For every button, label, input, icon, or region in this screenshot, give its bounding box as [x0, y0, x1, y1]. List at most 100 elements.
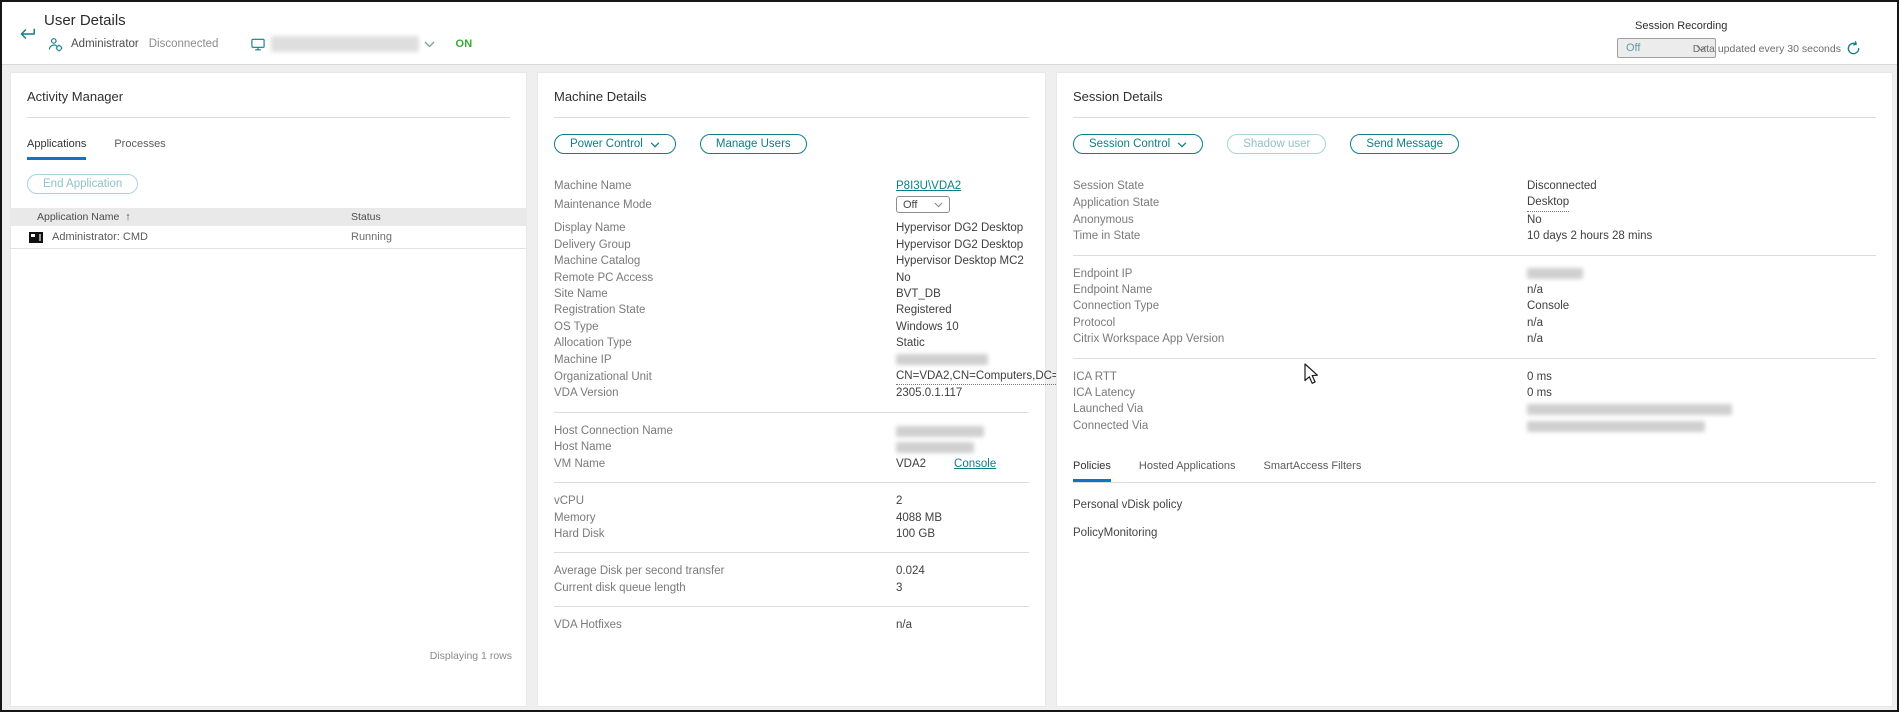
divider	[554, 412, 1029, 413]
column-status[interactable]: Status	[351, 211, 381, 223]
field-label: Host Name	[554, 439, 896, 455]
divider	[1073, 358, 1876, 359]
page-title: User Details	[44, 12, 126, 29]
divider	[1073, 117, 1876, 118]
application-state-value[interactable]: Desktop	[1527, 194, 1569, 211]
power-control-button[interactable]: Power Control	[554, 134, 676, 154]
row-count-footer: Displaying 1 rows	[430, 650, 512, 662]
field-label: Anonymous	[1073, 212, 1527, 228]
field-label: Host Connection Name	[554, 423, 896, 439]
field-value: 2305.0.1.117	[896, 385, 962, 401]
tab-smartaccess-filters[interactable]: SmartAccess Filters	[1264, 460, 1362, 482]
table-row[interactable]: Administrator: CMD Running	[11, 226, 526, 249]
chevron-down-icon	[650, 142, 660, 148]
user-session-status: Disconnected	[149, 38, 219, 50]
user-gear-icon	[48, 37, 63, 52]
divider	[554, 606, 1029, 607]
field-label: Average Disk per second transfer	[554, 563, 896, 579]
field-value: 4088 MB	[896, 510, 942, 526]
divider	[554, 117, 1029, 118]
session-recording-value: Off	[1626, 42, 1640, 54]
field-value: 0 ms	[1527, 385, 1552, 401]
activity-tabs: Applications Processes	[27, 138, 510, 160]
sort-ascending-icon[interactable]: ↑	[125, 211, 131, 223]
tab-hosted-applications[interactable]: Hosted Applications	[1139, 460, 1236, 482]
redacted-machine-ip	[896, 354, 988, 365]
field-label: Registration State	[554, 302, 896, 318]
field-label: Remote PC Access	[554, 270, 896, 286]
tab-processes[interactable]: Processes	[114, 138, 165, 160]
field-label: Memory	[554, 510, 896, 526]
field-label: Connected Via	[1073, 418, 1527, 434]
machine-name-link[interactable]: P8I3U\VDA2	[896, 178, 961, 194]
field-label: Maintenance Mode	[554, 197, 896, 213]
page-header: User Details Administrator Disconnected …	[2, 2, 1897, 65]
field-value: Disconnected	[1527, 178, 1597, 194]
console-link[interactable]: Console	[954, 456, 996, 472]
field-label: Citrix Workspace App Version	[1073, 331, 1527, 347]
end-application-button[interactable]: End Application	[27, 174, 138, 194]
maintenance-mode-select[interactable]: Off	[896, 196, 950, 213]
session-details-title: Session Details	[1073, 89, 1876, 104]
field-label: Delivery Group	[554, 237, 896, 253]
field-value: n/a	[1527, 282, 1543, 298]
divider	[1073, 255, 1876, 256]
divider	[27, 117, 510, 118]
send-message-button[interactable]: Send Message	[1350, 134, 1459, 154]
tab-applications[interactable]: Applications	[27, 138, 86, 160]
redacted-host-name	[896, 442, 974, 453]
activity-manager-panel: Activity Manager Applications Processes …	[10, 72, 527, 707]
field-value: 0 ms	[1527, 369, 1552, 385]
header-subrow: Administrator Disconnected ON	[48, 35, 473, 53]
field-value: Registered	[896, 302, 952, 318]
field-label: Organizational Unit	[554, 369, 896, 385]
application-status-cell: Running	[351, 231, 392, 243]
field-value: n/a	[1527, 331, 1543, 347]
machine-selector-dropdown[interactable]	[250, 36, 435, 52]
session-details-panel: Session Details Session Control Shadow u…	[1056, 72, 1893, 707]
field-label: Machine Name	[554, 178, 896, 194]
field-label: Machine Catalog	[554, 253, 896, 269]
redacted-machine-name	[271, 36, 419, 52]
back-arrow-icon[interactable]	[15, 23, 37, 45]
field-label: VM Name	[554, 456, 896, 472]
field-label: Endpoint Name	[1073, 282, 1527, 298]
field-value: n/a	[896, 617, 912, 633]
manage-users-button[interactable]: Manage Users	[700, 134, 807, 154]
redacted-host-connection-name	[896, 426, 984, 437]
session-detail-tabs: Policies Hosted Applications SmartAccess…	[1073, 460, 1876, 483]
field-value: No	[1527, 212, 1542, 228]
field-label: Protocol	[1073, 315, 1527, 331]
machine-details-panel: Machine Details Power Control Manage Use…	[537, 72, 1046, 707]
field-value: No	[896, 270, 911, 286]
field-value: 3	[896, 580, 902, 596]
field-label: vCPU	[554, 493, 896, 509]
refresh-icon[interactable]	[1846, 41, 1861, 56]
cmd-icon	[29, 232, 43, 243]
shadow-user-button[interactable]: Shadow user	[1227, 134, 1326, 154]
field-label: Application State	[1073, 195, 1527, 211]
field-value: Hypervisor DG2 Desktop	[896, 237, 1023, 253]
field-value: n/a	[1527, 315, 1543, 331]
field-label: VDA Hotfixes	[554, 617, 896, 633]
field-label: Endpoint IP	[1073, 266, 1527, 282]
user-name: Administrator	[71, 38, 139, 50]
field-label: Allocation Type	[554, 335, 896, 351]
tab-policies[interactable]: Policies	[1073, 460, 1111, 482]
field-value: 100 GB	[896, 526, 935, 542]
column-application-name[interactable]: Application Name ↑	[37, 211, 351, 223]
field-value: 2	[896, 493, 902, 509]
redacted-endpoint-ip	[1527, 268, 1583, 279]
field-value: Windows 10	[896, 319, 959, 335]
application-name-cell: Administrator: CMD	[52, 231, 148, 243]
session-control-button[interactable]: Session Control	[1073, 134, 1203, 154]
field-label: VDA Version	[554, 385, 896, 401]
policy-list-item: Personal vDisk policy	[1073, 499, 1876, 511]
divider	[554, 482, 1029, 483]
field-value: Static	[896, 335, 925, 351]
field-label: Hard Disk	[554, 526, 896, 542]
field-label: Machine IP	[554, 352, 896, 368]
field-value: BVT_DB	[896, 286, 941, 302]
chevron-down-icon	[934, 202, 943, 208]
policy-list-item: PolicyMonitoring	[1073, 527, 1876, 539]
